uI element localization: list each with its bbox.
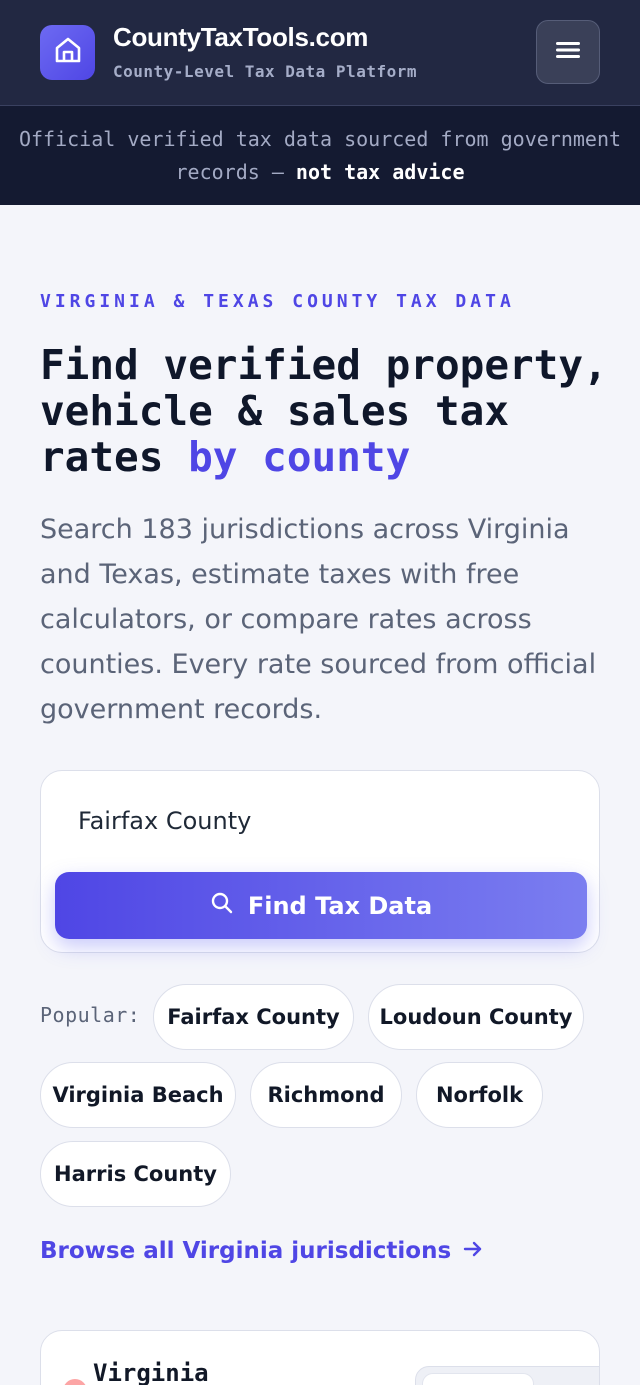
popular-label: Popular: bbox=[40, 1003, 141, 1027]
brand-tagline: County-Level Tax Data Platform bbox=[113, 62, 417, 81]
disclaimer-emphasis: not tax advice bbox=[295, 160, 465, 184]
hero-description: Search 183 jurisdictions across Virginia… bbox=[40, 514, 597, 725]
hero-headline: Find verified property, vehicle & sales … bbox=[40, 342, 620, 480]
search-card: Find Tax Data bbox=[40, 770, 600, 953]
brand-name[interactable]: CountyTaxTools.com bbox=[113, 22, 368, 53]
headline-accent: by county bbox=[188, 433, 411, 481]
logo[interactable] bbox=[40, 25, 95, 80]
find-tax-data-label: Find Tax Data bbox=[247, 891, 433, 920]
arrow-right-icon bbox=[463, 1238, 483, 1264]
status-dot-icon bbox=[63, 1379, 87, 1385]
browse-label: Browse all Virginia jurisdictions bbox=[40, 1238, 452, 1264]
chip-virginia-beach[interactable]: Virginia Beach bbox=[40, 1062, 236, 1128]
menu-button[interactable] bbox=[536, 20, 600, 84]
view-toggle[interactable] bbox=[415, 1366, 599, 1385]
virginia-card-title: Virginia bbox=[93, 1359, 209, 1385]
browse-virginia-link[interactable]: Browse all Virginia jurisdictions bbox=[40, 1238, 483, 1264]
hamburger-menu-icon bbox=[555, 40, 581, 65]
search-input[interactable] bbox=[65, 793, 565, 849]
search-icon bbox=[210, 891, 234, 921]
site-header: CountyTaxTools.com County-Level Tax Data… bbox=[0, 0, 640, 106]
chip-harris-county[interactable]: Harris County bbox=[40, 1141, 231, 1207]
building-icon bbox=[53, 35, 83, 70]
chip-fairfax-county[interactable]: Fairfax County bbox=[153, 984, 354, 1050]
find-tax-data-button[interactable]: Find Tax Data bbox=[55, 872, 587, 939]
virginia-card: Virginia bbox=[40, 1330, 600, 1385]
disclaimer-banner: Official verified tax data sourced from … bbox=[0, 106, 640, 205]
view-toggle-active[interactable] bbox=[422, 1373, 534, 1385]
hero-eyebrow: VIRGINIA & TEXAS COUNTY TAX DATA bbox=[40, 291, 515, 312]
chip-norfolk[interactable]: Norfolk bbox=[416, 1062, 543, 1128]
chip-loudoun-county[interactable]: Loudoun County bbox=[368, 984, 584, 1050]
chip-richmond[interactable]: Richmond bbox=[250, 1062, 402, 1128]
